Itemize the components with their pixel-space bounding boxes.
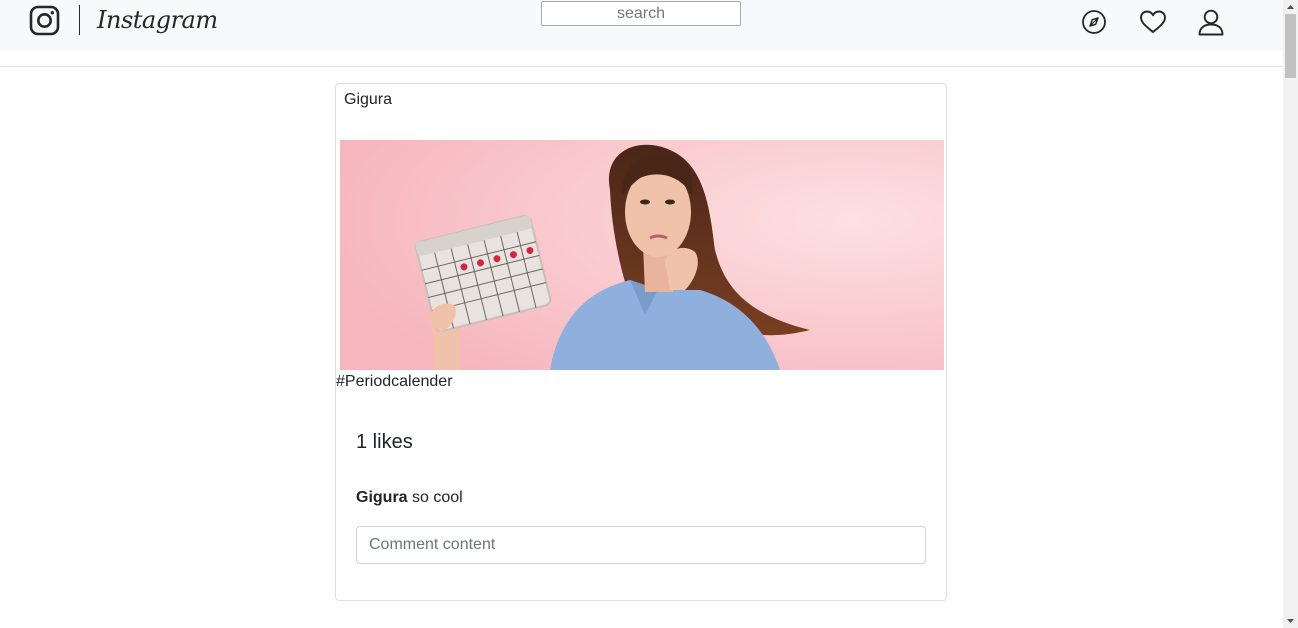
logo-divider xyxy=(79,5,80,35)
top-navbar: Instagram xyxy=(0,0,1283,50)
comment-author[interactable]: Gigura xyxy=(356,489,408,506)
post-photo[interactable] xyxy=(340,140,944,370)
heart-icon[interactable] xyxy=(1139,8,1167,36)
vertical-scrollbar[interactable] xyxy=(1283,0,1298,628)
header-divider xyxy=(0,66,1283,67)
user-icon[interactable] xyxy=(1197,8,1225,36)
compass-icon[interactable] xyxy=(1080,8,1108,36)
comment-item: Gigura so cool xyxy=(356,489,463,507)
scroll-down-arrow-icon[interactable] xyxy=(1283,614,1298,628)
scrollbar-thumb[interactable] xyxy=(1285,14,1296,78)
post-username[interactable]: Gigura xyxy=(344,91,392,109)
likes-count: 1 likes xyxy=(356,431,413,453)
search-input[interactable] xyxy=(541,1,741,26)
instagram-logo-icon[interactable] xyxy=(29,5,60,36)
comment-input[interactable] xyxy=(356,526,926,564)
brand-wordmark[interactable]: Instagram xyxy=(97,3,218,39)
scroll-up-arrow-icon[interactable] xyxy=(1283,0,1298,14)
post-caption: #Periodcalender xyxy=(336,373,453,390)
post-card: Gigura #Periodcalender 1 likes Gigura so… xyxy=(335,83,947,601)
comment-text: so cool xyxy=(407,489,463,506)
